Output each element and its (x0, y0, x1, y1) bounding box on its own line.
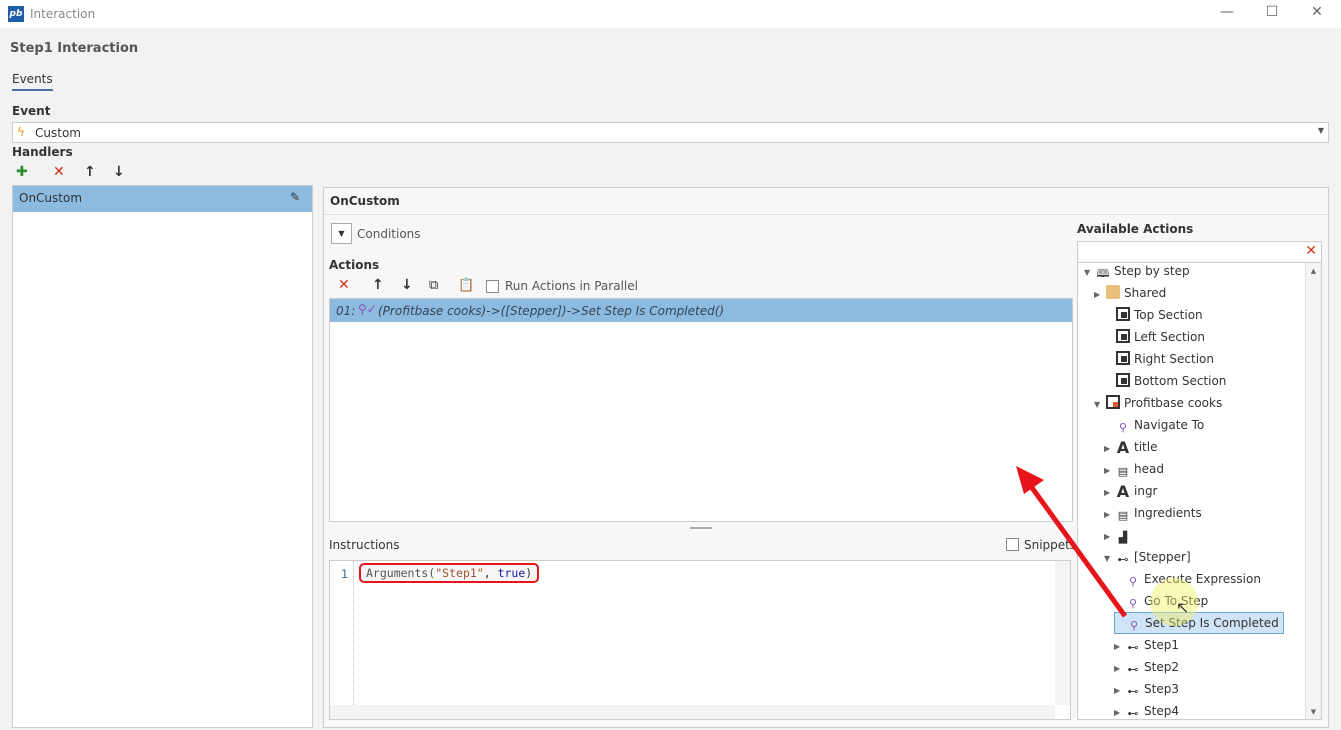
cursor-highlight (1150, 578, 1198, 626)
annotation-arrow (1016, 466, 1128, 618)
mouse-cursor-icon: ↖ (1176, 598, 1190, 617)
